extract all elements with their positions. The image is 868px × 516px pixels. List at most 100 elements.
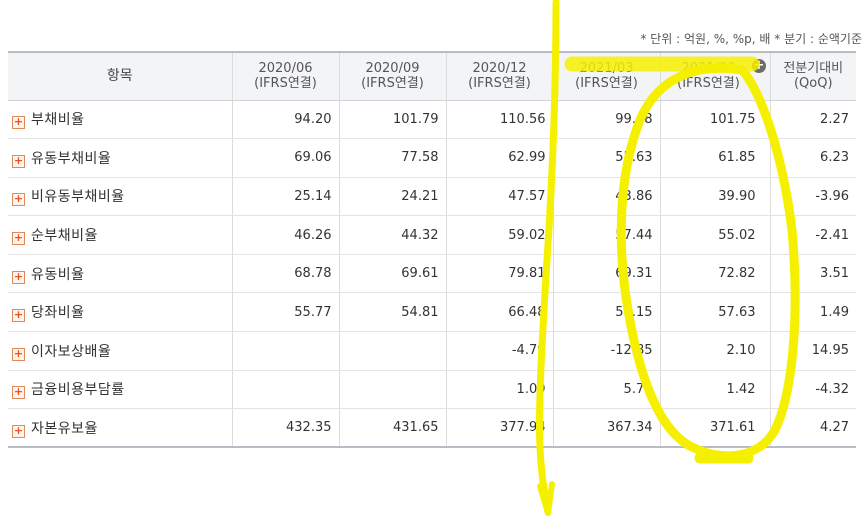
value-cell: 1.42: [660, 370, 771, 410]
header-period: 2020/09 (IFRS연결): [339, 51, 447, 101]
value-cell: -12.85: [553, 331, 661, 371]
value-cell: 24.21: [339, 177, 447, 217]
qoq-cell: 1.49: [770, 292, 856, 333]
row-label: 이자보상배율: [31, 343, 112, 360]
table-row: + 자본유보율 432.35 431.65 377.94 367.34 371.61 4.27: [8, 408, 856, 449]
value-cell: 431.65: [339, 408, 447, 449]
row-label: 순부채비율: [31, 228, 98, 245]
value-cell: 5.75: [553, 370, 661, 410]
row-label: 유동비율: [31, 266, 85, 283]
value-cell: 57.44: [553, 215, 661, 255]
period-date: 2021/06: [681, 61, 736, 77]
value-cell: 69.31: [553, 254, 661, 294]
value-cell: 68.78: [232, 254, 340, 294]
qoq-cell: -2.41: [770, 215, 856, 255]
table-row: + 비유동부채비율 25.14 24.21 47.57 43.86 39.90 -3.96: [8, 177, 856, 217]
expand-row-icon[interactable]: +: [12, 193, 25, 207]
table-header-row: 항목 2020/06 (IFRS연결) 2020/09 (IFRS연결) 2020/…: [8, 51, 856, 101]
row-label-cell: + 비유동부채비율: [8, 177, 233, 217]
value-cell: 61.85: [660, 138, 771, 178]
value-cell: 94.20: [232, 100, 340, 140]
row-label-cell: + 유동비율: [8, 254, 233, 294]
financial-ratio-table: 항목 2020/06 (IFRS연결) 2020/09 (IFRS연결) 2020/…: [8, 51, 856, 449]
period-basis: (IFRS연결): [677, 76, 740, 92]
qoq-line2: (QoQ): [793, 76, 833, 92]
qoq-cell: 3.51: [770, 254, 856, 294]
value-cell: 55.77: [232, 292, 340, 333]
row-label: 금융비용부담률: [31, 382, 125, 399]
value-cell: [339, 370, 447, 410]
value-cell: 46.26: [232, 215, 340, 255]
value-cell: 43.86: [553, 177, 661, 217]
header-qoq: 전분기대비 (QoQ): [770, 51, 856, 101]
table-row: + 순부채비율 46.26 44.32 59.02 57.44 55.02 -2.41: [8, 215, 856, 255]
value-cell: 55.02: [660, 215, 771, 255]
row-label: 유동부채비율: [31, 150, 112, 167]
row-label-cell: + 순부채비율: [8, 215, 233, 255]
expand-row-icon[interactable]: +: [12, 386, 25, 400]
header-item: 항목: [8, 51, 233, 101]
value-cell: 432.35: [232, 408, 340, 449]
value-cell: [232, 331, 340, 371]
value-cell: 110.56: [446, 100, 554, 140]
add-column-icon[interactable]: +: [752, 59, 766, 73]
table-row: + 유동비율 68.78 69.61 79.81 69.31 72.82 3.51: [8, 254, 856, 294]
value-cell: 72.82: [660, 254, 771, 294]
value-cell: 367.34: [553, 408, 661, 449]
expand-row-icon[interactable]: +: [12, 424, 25, 438]
period-date: 2020/12: [472, 61, 527, 77]
qoq-cell: -3.96: [770, 177, 856, 217]
expand-row-icon[interactable]: +: [12, 116, 25, 130]
value-cell: 1.09: [446, 370, 554, 410]
qoq-cell: -4.32: [770, 370, 856, 410]
row-label-cell: + 금융비용부담률: [8, 370, 233, 410]
header-period: 2021/03 (IFRS연결): [553, 51, 661, 101]
value-cell: 99.48: [553, 100, 661, 140]
value-cell: 377.94: [446, 408, 554, 449]
period-date: 2020/09: [365, 61, 420, 77]
value-cell: [232, 370, 340, 410]
qoq-cell: 2.27: [770, 100, 856, 140]
value-cell: 69.61: [339, 254, 447, 294]
value-cell: 79.81: [446, 254, 554, 294]
value-cell: 47.57: [446, 177, 554, 217]
unit-note: * 단위 : 억원, %, %p, 배 * 분기 : 순액기준: [640, 32, 862, 46]
value-cell: 39.90: [660, 177, 771, 217]
highlighter-arrow-tip: [537, 481, 555, 516]
row-label-cell: + 유동부채비율: [8, 138, 233, 178]
value-cell: [339, 331, 447, 371]
value-cell: 25.14: [232, 177, 340, 217]
value-cell: 69.06: [232, 138, 340, 178]
value-cell: 2.10: [660, 331, 771, 371]
table-row: + 이자보상배율 -4.79 -12.85 2.10 14.95: [8, 331, 856, 371]
value-cell: 371.61: [660, 408, 771, 449]
table-row: + 금융비용부담률 1.09 5.75 1.42 -4.32: [8, 370, 856, 410]
row-label: 비유동부채비율: [31, 189, 125, 206]
expand-row-icon[interactable]: +: [12, 309, 25, 323]
period-date: 2020/06: [258, 61, 313, 77]
header-period: 2020/06 (IFRS연결): [232, 51, 340, 101]
row-label-cell: + 부채비율: [8, 100, 233, 140]
qoq-cell: 6.23: [770, 138, 856, 178]
value-cell: -4.79: [446, 331, 554, 371]
value-cell: 66.48: [446, 292, 554, 333]
value-cell: 62.99: [446, 138, 554, 178]
table-row: + 당좌비율 55.77 54.81 66.48 56.15 57.63 1.49: [8, 292, 856, 333]
row-label: 자본유보율: [31, 420, 98, 437]
header-period: 2020/12 (IFRS연결): [446, 51, 554, 101]
row-label-cell: + 이자보상배율: [8, 331, 233, 371]
expand-row-icon[interactable]: +: [12, 154, 25, 168]
expand-row-icon[interactable]: +: [12, 270, 25, 284]
period-basis: (IFRS연결): [468, 76, 531, 92]
value-cell: 55.63: [553, 138, 661, 178]
value-cell: 57.63: [660, 292, 771, 333]
expand-row-icon[interactable]: +: [12, 347, 25, 361]
row-label-cell: + 자본유보율: [8, 408, 233, 449]
value-cell: 56.15: [553, 292, 661, 333]
row-label-cell: + 당좌비율: [8, 292, 233, 333]
qoq-cell: 14.95: [770, 331, 856, 371]
row-label: 당좌비율: [31, 305, 85, 322]
expand-row-icon[interactable]: +: [12, 232, 25, 246]
value-cell: 101.75: [660, 100, 771, 140]
table-row: + 부채비율 94.20 101.79 110.56 99.48 101.75 2.27: [8, 100, 856, 140]
